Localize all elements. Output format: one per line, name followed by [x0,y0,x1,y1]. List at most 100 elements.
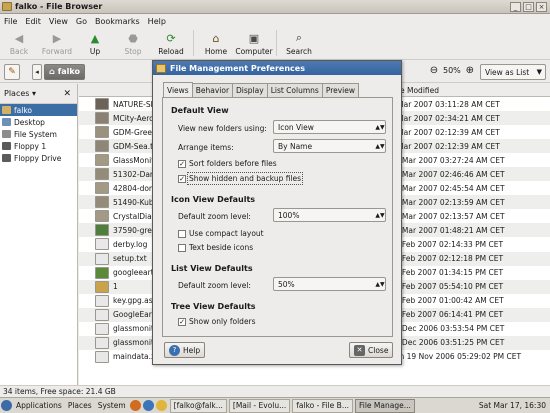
tree-view-heading: Tree View Defaults [171,302,256,311]
text-beside-icons-checkbox[interactable]: Text beside icons [178,243,253,252]
close-label: Close [368,345,389,355]
reload-button[interactable]: ⟳ Reload [152,31,190,57]
view-mode-value: View as List [485,67,530,77]
menu-bookmarks[interactable]: Bookmarks [91,17,144,26]
up-button[interactable]: ▲ Up [76,31,114,57]
menu-view[interactable]: View [45,17,72,26]
chevron-updown-icon: ▲▼ [375,142,385,150]
tab-list-columns[interactable]: List Columns [266,83,323,97]
home-folder-icon [2,106,11,114]
close-window-button[interactable]: × [536,1,547,12]
home-icon: ⌂ [212,31,220,45]
file-date: 14 Dec 2006 03:51:25 PM CET [390,338,505,348]
zoom-in-icon[interactable]: ⊕ [464,64,476,76]
checkmark-icon: ✓ [178,174,186,183]
breadcrumb-current[interactable]: ⌂ falko [44,63,85,80]
computer-icon: ▣ [248,31,260,45]
edit-location-button[interactable]: ✎ [4,63,20,80]
sort-folders-checkbox[interactable]: ✓ Sort folders before files [178,159,277,168]
file-date: 08 Mar 2007 02:45:54 AM CET [390,183,505,193]
clock[interactable]: Sat Mar 17, 16:30 [479,401,550,410]
list-zoom-select[interactable]: 50% ▲▼ [273,277,386,291]
sidebar-item-falko[interactable]: falko [0,104,77,116]
compact-layout-checkbox[interactable]: Use compact layout [178,229,264,238]
file-thumbnail-icon [95,154,109,167]
sidebar-item-file-system[interactable]: File System [0,128,77,140]
help-icon: ? [169,344,180,356]
text-beside-icons-label: Text beside icons [189,243,254,252]
file-thumbnail-icon [95,322,109,335]
window-titlebar[interactable]: falko - File Browser _ □ × [0,0,550,14]
help-launcher-icon[interactable] [155,400,167,411]
zoom-out-icon[interactable]: ⊖ [428,64,440,76]
view-mode-select[interactable]: View as List ▼ [480,64,546,80]
browser-launcher-icon[interactable] [129,400,141,411]
reload-icon: ⟳ [166,31,176,45]
floppy-icon [2,142,11,150]
up-label: Up [89,47,101,56]
file-date: 08 Mar 2007 02:13:59 AM CET [390,197,505,207]
status-bar: 34 items, Free space: 21.4 GB [0,385,550,397]
icon-zoom-select[interactable]: 100% ▲▼ [273,208,386,222]
file-date: 25 Feb 2007 01:34:15 PM CET [390,268,504,278]
maximize-button[interactable]: □ [523,1,534,12]
menu-go[interactable]: Go [72,17,91,26]
stop-button[interactable]: ⬣ Stop [114,31,152,57]
forward-button[interactable]: ▶ Forward [38,31,76,57]
home-button[interactable]: ⌂ Home [197,31,235,57]
task-evolution[interactable]: [Mail - Evolu... [228,398,291,413]
sidebar-item-floppy-1[interactable]: Floppy 1 [0,140,77,152]
file-date: 23 Feb 2007 01:00:42 AM CET [390,296,504,306]
floppy-icon [2,154,11,162]
menu-help[interactable]: Help [144,17,170,26]
file-name: key.gpg.asc [113,296,157,306]
checkmark-icon: ✓ [178,317,186,326]
list-view-heading: List View Defaults [171,264,253,273]
sidebar-item-label: Floppy Drive [14,153,62,163]
arrange-items-value: By Name [278,141,313,151]
menu-system[interactable]: System [95,401,129,410]
minimize-button[interactable]: _ [510,1,521,12]
sidebar-item-desktop[interactable]: Desktop [0,116,77,128]
path-scroll-left-button[interactable]: ◂ [32,63,42,80]
menu-applications[interactable]: Applications [13,401,65,410]
arrange-items-select[interactable]: By Name ▲▼ [273,139,386,153]
task-terminal[interactable]: [falko@falk... [169,398,227,413]
search-button[interactable]: ⌕ Search [280,31,318,56]
task-file-manager-prefs[interactable]: File Manage... [354,398,415,413]
pencil-icon: ✎ [8,66,16,77]
computer-button[interactable]: ▣ Computer [235,31,273,57]
back-button[interactable]: ◀ Back [0,31,38,57]
file-name: 51302-Dark [113,169,158,179]
toolbar-separator [276,30,277,56]
checkbox-empty-icon [178,229,186,238]
close-sidebar-icon[interactable]: ✕ [63,89,71,99]
file-date: 25 Feb 2007 02:12:18 PM CET [390,254,504,264]
tab-preview[interactable]: Preview [321,83,360,97]
new-folders-view-select[interactable]: Icon View ▲▼ [273,120,386,134]
chevron-updown-icon: ▲▼ [375,280,385,288]
task-file-browser[interactable]: falko - File B... [292,398,353,413]
sort-folders-label: Sort folders before files [189,159,277,168]
harddisk-icon [2,130,11,138]
mail-launcher-icon[interactable] [142,400,154,411]
menu-places[interactable]: Places [65,401,95,410]
checkmark-icon: ✓ [178,159,186,168]
tab-views[interactable]: Views [163,82,193,97]
column-date-modified[interactable]: e Modified [400,86,439,95]
tab-display[interactable]: Display [232,83,268,97]
sidebar-item-floppy-drive[interactable]: Floppy Drive [0,152,77,164]
file-thumbnail-icon [95,266,109,279]
tab-behavior[interactable]: Behavior [191,83,234,97]
zoom-level[interactable]: 50% [443,66,461,75]
close-button[interactable]: ✕ Close [349,342,394,358]
dialog-titlebar[interactable]: File Management Preferences [153,61,401,75]
menu-file[interactable]: File [0,17,21,26]
chevron-down-icon: ▾ [31,89,36,98]
menu-edit[interactable]: Edit [21,17,45,26]
help-button[interactable]: ? Help [164,342,206,358]
places-select[interactable]: Places ▾ [4,89,36,98]
show-hidden-checkbox[interactable]: ✓ Show hidden and backup files [178,172,304,185]
show-only-folders-checkbox[interactable]: ✓ Show only folders [178,317,256,326]
file-thumbnail-icon [95,98,109,110]
